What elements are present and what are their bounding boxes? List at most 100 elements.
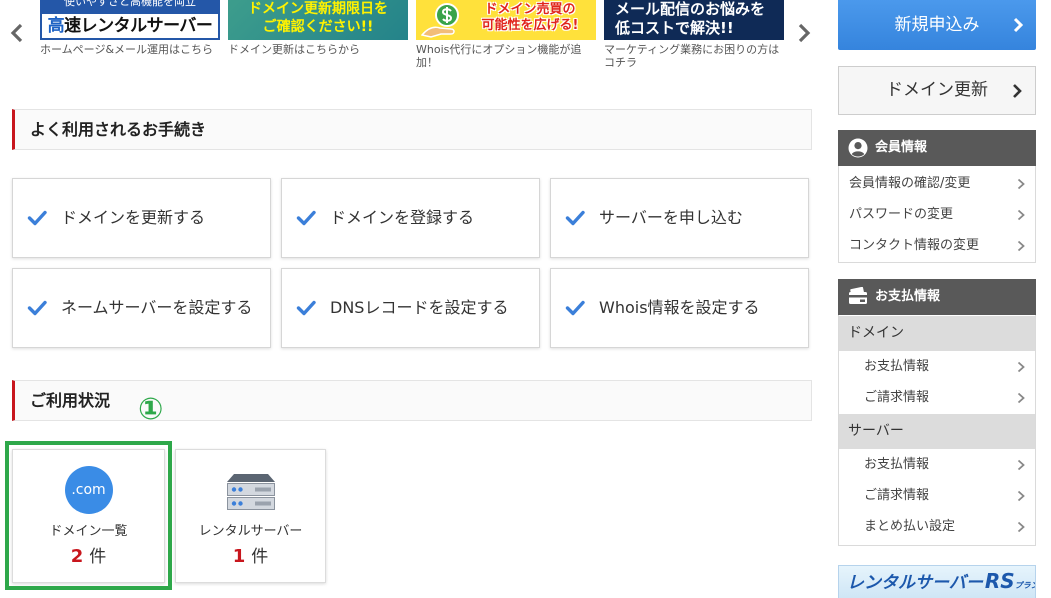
chevron-right-icon: [1012, 83, 1022, 99]
banner-title: 高速レンタルサーバー: [42, 14, 218, 38]
banner-rental-server[interactable]: 使いやすさと高機能を両立 高速レンタルサーバー: [40, 0, 220, 40]
member-info-panel: 会員情報 会員情報の確認/変更 パスワードの変更 コンタクト情報の変更: [838, 130, 1036, 263]
banner-tagline: 使いやすさと高機能を両立: [42, 0, 218, 14]
chevron-right-icon: [1017, 178, 1025, 190]
bulk-payment-settings-label: まとめ払い設定: [864, 519, 956, 534]
chevron-left-icon: [10, 22, 24, 44]
chevron-right-icon: [1017, 361, 1025, 373]
rs-banner-main: レンタルサーバー: [847, 573, 983, 593]
carousel-prev-button[interactable]: [10, 22, 24, 44]
group-header-domain: ドメイン: [839, 316, 1035, 351]
chevron-right-icon: [1017, 209, 1025, 221]
usage-card-count: 1件: [176, 546, 325, 568]
domain-billing-link[interactable]: ご請求情報: [839, 382, 1035, 413]
chevron-right-icon: [1013, 17, 1023, 33]
banner-line: ご確認ください!!: [262, 19, 374, 35]
count-number: 1: [232, 546, 246, 567]
procedure-apply-server[interactable]: サーバーを申し込む: [550, 178, 809, 258]
banner-caption-line: ドメイン更新はこちらから: [228, 43, 360, 56]
banner-caption[interactable]: ホームページ&メール運用はこちら: [40, 43, 226, 56]
rental-server-rs-banner[interactable]: レンタルサーバーRSプラン: [838, 565, 1036, 598]
chevron-right-icon: [1017, 490, 1025, 502]
coin-hand-icon: [420, 2, 465, 40]
contact-info-link[interactable]: コンタクト情報の変更: [839, 230, 1035, 261]
count-number: 2: [70, 546, 84, 567]
rs-banner-suffix: プラン: [1014, 581, 1035, 590]
usage-card-count: 2件: [13, 546, 164, 568]
server-billing-link[interactable]: ご請求情報: [839, 480, 1035, 511]
banner-caption-line: ホームページ&メール運用はこちら: [40, 43, 214, 56]
usage-card-label: レンタルサーバー: [198, 524, 303, 539]
check-icon: [27, 300, 47, 316]
check-icon: [296, 210, 316, 226]
chevron-right-icon: [797, 22, 811, 44]
password-change-label: パスワードの変更: [849, 207, 954, 222]
banner-line: 低コストで解決!!: [615, 19, 734, 37]
domain-renewal-button[interactable]: ドメイン更新: [838, 66, 1036, 115]
user-icon: [848, 138, 868, 158]
domain-payment-label: お支払情報: [864, 359, 930, 374]
server-billing-label: ご請求情報: [864, 488, 930, 503]
chevron-right-icon: [1017, 392, 1025, 404]
contact-info-label: コンタクト情報の変更: [849, 238, 980, 253]
procedure-register-domain[interactable]: ドメインを登録する: [281, 178, 540, 258]
rs-banner-accent: RS: [984, 569, 1015, 593]
usage-card-domain-list[interactable]: .com ドメイン一覧 2件: [12, 449, 165, 583]
carousel-next-button[interactable]: [797, 22, 811, 44]
procedure-renew-domain[interactable]: ドメインを更新する: [12, 178, 271, 258]
check-icon: [27, 210, 47, 226]
member-info-title: 会員情報: [875, 140, 928, 155]
banner-caption-line: マーケティング業務にお困りの方は: [604, 43, 780, 56]
payment-info-panel: お支払情報 ドメイン お支払情報 ご請求情報 サーバー お支払情報 ご請求情報 …: [838, 279, 1036, 546]
chevron-right-icon: [1017, 459, 1025, 471]
member-info-link[interactable]: 会員情報の確認/変更: [839, 168, 1035, 199]
banner-domain-trade[interactable]: ドメイン売買の 可能性を広げる!: [416, 0, 596, 40]
new-application-button[interactable]: 新規申込み: [838, 0, 1036, 50]
bulk-payment-settings-link[interactable]: まとめ払い設定: [839, 511, 1035, 542]
chevron-right-icon: [1017, 521, 1025, 533]
usage-card-label: ドメイン一覧: [49, 524, 128, 539]
banner-caption-line: コチラ: [604, 56, 637, 69]
banner-caption-line: 加！: [416, 56, 438, 69]
server-icon: [176, 466, 325, 514]
procedure-label: Whois情報を設定する: [599, 298, 760, 317]
payment-info-title: お支払情報: [875, 289, 941, 304]
banner-line: メール配信のお悩みを: [615, 0, 766, 18]
banner-mail-delivery[interactable]: メール配信のお悩みを 低コストで解決!!: [604, 0, 784, 40]
chevron-right-icon: [1017, 240, 1025, 252]
banner-caption[interactable]: ドメイン更新はこちらから: [228, 43, 414, 56]
dot-com-icon: .com: [13, 466, 164, 514]
count-unit: 件: [251, 547, 269, 567]
wallet-icon: [848, 287, 868, 305]
group-header-server: サーバー: [839, 414, 1035, 449]
procedure-set-whois[interactable]: Whois情報を設定する: [550, 268, 809, 348]
domain-payment-link[interactable]: お支払情報: [839, 351, 1035, 382]
check-icon: [296, 300, 316, 316]
banner-title-rest: 速レンタルサーバー: [64, 16, 213, 36]
usage-card-rental-server[interactable]: レンタルサーバー 1件: [175, 449, 326, 583]
server-payment-link[interactable]: お支払情報: [839, 449, 1035, 480]
password-change-link[interactable]: パスワードの変更: [839, 199, 1035, 230]
check-icon: [565, 210, 585, 226]
procedure-label: ネームサーバーを設定する: [61, 298, 253, 317]
banner-caption-line: Whois代行にオプション機能が追: [416, 43, 582, 56]
procedure-label: DNSレコードを設定する: [330, 298, 509, 317]
check-icon: [565, 300, 585, 316]
banner-title-accent: 高: [47, 16, 65, 36]
payment-info-list: ドメイン お支払情報 ご請求情報 サーバー お支払情報 ご請求情報 まとめ払い設…: [838, 315, 1036, 546]
annotation-marker: ①: [138, 392, 164, 427]
procedure-set-nameserver[interactable]: ネームサーバーを設定する: [12, 268, 271, 348]
banner-caption[interactable]: Whois代行にオプション機能が追 加！: [416, 43, 602, 69]
server-payment-label: お支払情報: [864, 457, 930, 472]
domain-billing-label: ご請求情報: [864, 390, 930, 405]
dot-com-icon-label: .com: [64, 466, 113, 514]
procedure-label: ドメインを登録する: [330, 208, 475, 227]
count-unit: 件: [89, 547, 107, 567]
procedure-label: サーバーを申し込む: [599, 208, 743, 227]
banner-caption[interactable]: マーケティング業務にお困りの方は コチラ: [604, 43, 790, 69]
banner-line: ドメイン更新期限日を: [248, 1, 388, 17]
member-info-header: 会員情報: [838, 130, 1036, 166]
member-info-list: 会員情報の確認/変更 パスワードの変更 コンタクト情報の変更: [838, 166, 1036, 263]
banner-domain-renewal[interactable]: ドメイン更新期限日を ご確認ください!!: [228, 0, 408, 40]
procedure-set-dns-record[interactable]: DNSレコードを設定する: [281, 268, 540, 348]
